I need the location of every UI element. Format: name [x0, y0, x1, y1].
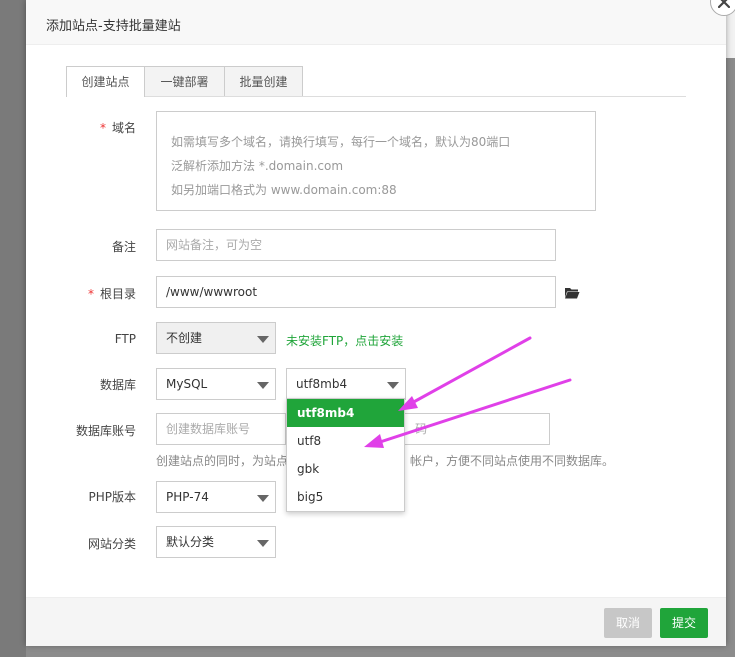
required-mark: * — [87, 287, 94, 301]
dialog-footer: 取消 提交 — [26, 597, 726, 646]
ftp-select-value: 不创建 — [166, 331, 203, 345]
charset-option-big5[interactable]: big5 — [287, 483, 404, 511]
chevron-down-icon — [257, 336, 269, 343]
folder-open-icon[interactable] — [564, 286, 580, 299]
required-mark: * — [99, 121, 106, 135]
charset-dropdown: utf8mb4 utf8 gbk big5 — [286, 398, 405, 512]
charset-select[interactable]: utf8mb4 — [286, 368, 406, 400]
tab-bar: 创建站点 一键部署 批量创建 — [66, 66, 686, 97]
charset-value: utf8mb4 — [296, 377, 348, 391]
ftp-select[interactable]: 不创建 — [156, 322, 276, 354]
install-ftp-link[interactable]: 未安装FTP，点击安装 — [286, 332, 403, 349]
tab-one-click-deploy[interactable]: 一键部署 — [144, 66, 225, 96]
domain-placeholder-line: 如需填写多个域名，请换行填写，每行一个域名，默认为80端口 — [171, 135, 511, 149]
domain-placeholder-line: 如另加端口格式为 www.domain.com:88 — [171, 183, 397, 197]
php-version-value: PHP-74 — [166, 490, 209, 504]
site-category-select[interactable]: 默认分类 — [156, 526, 276, 558]
db-account-label: 数据库账号 — [75, 424, 136, 438]
domain-textarea[interactable]: 如需填写多个域名，请换行填写，每行一个域名，默认为80端口 泛解析添加方法 *.… — [156, 111, 596, 211]
site-category-value: 默认分类 — [166, 535, 215, 549]
tab-create-site[interactable]: 创建站点 — [66, 66, 145, 97]
database-type-select[interactable]: MySQL — [156, 368, 276, 400]
chevron-down-icon — [387, 382, 399, 389]
remark-label: 备注 — [111, 240, 136, 254]
chevron-down-icon — [257, 495, 269, 502]
database-label: 数据库 — [99, 378, 136, 392]
db-password-input[interactable]: 码 — [398, 413, 550, 445]
chevron-down-icon — [257, 382, 269, 389]
tab-batch-create[interactable]: 批量创建 — [224, 66, 303, 96]
add-site-dialog: 添加站点-支持批量建站 创建站点 一键部署 批量创建 * 域名 如需填写多个域名，… — [26, 0, 726, 646]
chevron-down-icon — [257, 540, 269, 547]
root-dir-label: * 根目录 — [87, 287, 136, 301]
charset-option-gbk[interactable]: gbk — [287, 455, 404, 483]
remark-input[interactable]: 网站备注，可为空 — [156, 229, 556, 261]
ftp-label: FTP — [114, 332, 136, 346]
domain-label: * 域名 — [99, 121, 136, 135]
site-category-label: 网站分类 — [87, 537, 136, 551]
submit-button[interactable]: 提交 — [660, 608, 708, 638]
dialog-header: 添加站点-支持批量建站 — [26, 0, 726, 45]
domain-placeholder-line: 泛解析添加方法 *.domain.com — [171, 159, 344, 173]
cancel-button[interactable]: 取消 — [604, 608, 652, 638]
root-dir-input[interactable]: /www/wwwroot — [156, 276, 556, 308]
charset-option-utf8mb4[interactable]: utf8mb4 — [287, 399, 404, 427]
dialog-title: 添加站点-支持批量建站 — [46, 19, 181, 34]
charset-option-utf8[interactable]: utf8 — [287, 427, 404, 455]
db-user-input[interactable]: 创建数据库账号 — [156, 413, 286, 445]
database-type-value: MySQL — [166, 377, 208, 391]
php-version-select[interactable]: PHP-74 — [156, 481, 276, 513]
php-version-label: PHP版本 — [88, 490, 137, 504]
page-backdrop-left — [0, 0, 26, 657]
close-icon — [718, 0, 730, 8]
